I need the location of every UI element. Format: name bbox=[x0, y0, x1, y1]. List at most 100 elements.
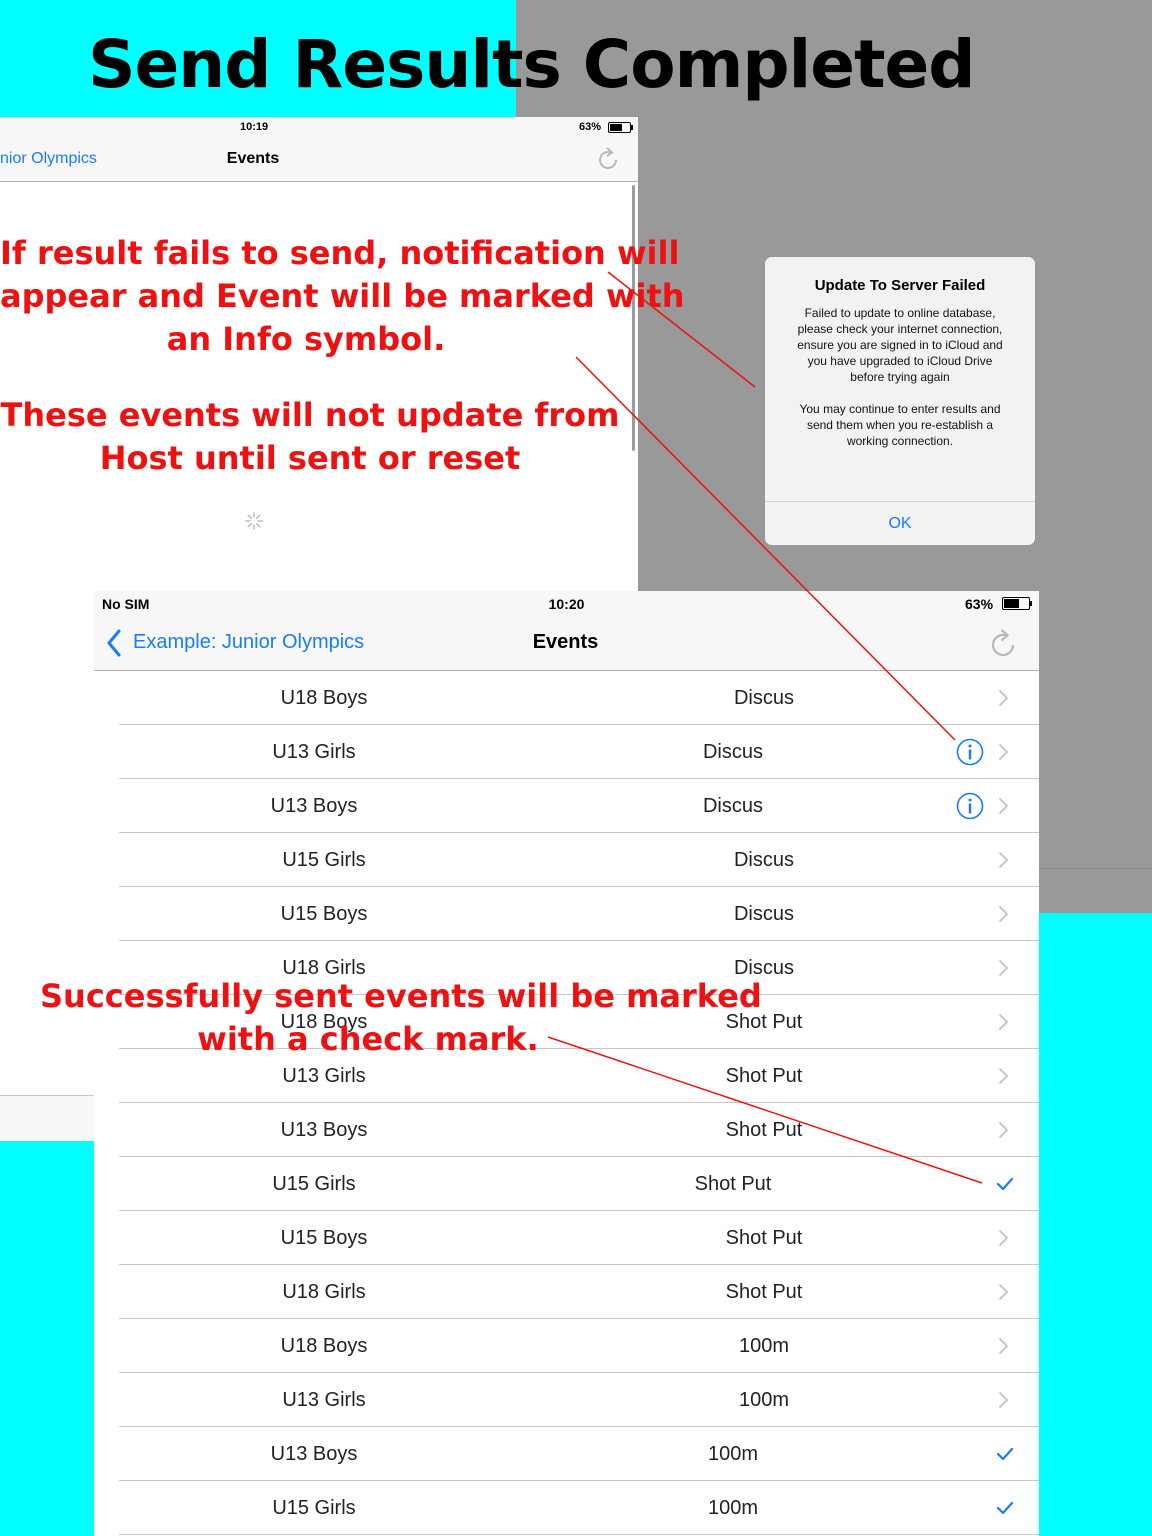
chevron-right-icon bbox=[999, 1284, 1008, 1300]
row-accessory bbox=[952, 792, 1018, 820]
alert-message-line: You may continue to enter results and bbox=[799, 402, 1001, 416]
row-accessory bbox=[952, 846, 1018, 874]
cyan-left-background bbox=[0, 1140, 94, 1536]
row-accessory bbox=[952, 1440, 1018, 1468]
chevron-right-icon bbox=[999, 690, 1008, 706]
chevron-right-icon bbox=[999, 852, 1008, 868]
scrollbar[interactable] bbox=[632, 185, 635, 451]
row-group-label: U13 Boys bbox=[270, 795, 358, 817]
divider-line bbox=[1039, 868, 1152, 869]
row-event-label: Shot Put bbox=[725, 1281, 803, 1303]
front-screenshot: No SIM 10:20 63% Example: Junior Olympic… bbox=[94, 591, 1039, 1536]
row-event-label: Shot Put bbox=[694, 1173, 772, 1195]
row-accessory bbox=[952, 1332, 1018, 1360]
chevron-right-icon bbox=[999, 1230, 1008, 1246]
chevron-right-icon bbox=[999, 744, 1008, 760]
battery-icon bbox=[1002, 597, 1032, 610]
row-group-label: U18 Girls bbox=[282, 1281, 366, 1303]
row-event-label: Discus bbox=[733, 687, 794, 709]
status-time: 10:20 bbox=[548, 596, 585, 612]
row-group-label: U13 Boys bbox=[280, 1119, 368, 1141]
annotation-line: Successfully sent events will be marked bbox=[40, 977, 762, 1015]
row-accessory bbox=[952, 1494, 1018, 1522]
annotation-line: These events will not update from bbox=[0, 396, 620, 434]
annotation-line: Host until sent or reset bbox=[99, 439, 521, 477]
row-group-label: U18 Boys bbox=[280, 1335, 368, 1357]
row-accessory bbox=[952, 1116, 1018, 1144]
cyan-right-background bbox=[1039, 913, 1152, 1536]
row-event-label: 100m bbox=[738, 1389, 790, 1411]
table-row[interactable]: U18 Girls Shot Put bbox=[94, 1265, 1039, 1319]
row-accessory bbox=[952, 954, 1018, 982]
row-group-label: U15 Girls bbox=[282, 849, 366, 871]
annotation-line: appear and Event will be marked with bbox=[0, 277, 685, 315]
table-row[interactable]: U13 Boys 100m bbox=[94, 1427, 1039, 1481]
chevron-right-icon bbox=[999, 1122, 1008, 1138]
table-row[interactable]: U18 Boys 100m bbox=[94, 1319, 1039, 1373]
table-row[interactable]: U18 Boys Discus bbox=[94, 671, 1039, 725]
row-accessory bbox=[952, 900, 1018, 928]
nav-title: Events bbox=[226, 150, 280, 167]
table-row[interactable]: U13 Girls 100m bbox=[94, 1373, 1039, 1427]
row-accessory bbox=[952, 1278, 1018, 1306]
row-accessory bbox=[952, 1224, 1018, 1252]
info-icon[interactable] bbox=[956, 792, 984, 820]
row-group-label: U15 Boys bbox=[280, 1227, 368, 1249]
annotation-line: If result fails to send, notification wi… bbox=[0, 234, 680, 272]
checkmark-icon bbox=[996, 1447, 1014, 1461]
row-group-label: U13 Boys bbox=[270, 1443, 358, 1465]
row-event-label: Shot Put bbox=[725, 1227, 803, 1249]
chevron-right-icon bbox=[999, 1338, 1008, 1354]
refresh-icon[interactable] bbox=[989, 627, 1019, 659]
row-event-label: Discus bbox=[702, 795, 763, 817]
alert-message-line: you have upgraded to iCloud Drive bbox=[807, 354, 993, 368]
nav-bar: No SIM 10:20 63% Example: Junior Olympic… bbox=[94, 591, 1039, 671]
checkmark-icon bbox=[996, 1501, 1014, 1515]
status-time: 10:19 bbox=[240, 121, 269, 133]
alert-message-line: Failed to update to online database, bbox=[804, 306, 996, 320]
chevron-right-icon bbox=[999, 960, 1008, 976]
alert-message-secondary: You may continue to enter results and se… bbox=[781, 401, 1019, 449]
table-row[interactable]: U15 Girls 100m bbox=[94, 1481, 1039, 1535]
row-accessory bbox=[952, 1170, 1018, 1198]
chevron-right-icon bbox=[999, 1392, 1008, 1408]
nav-title: Events bbox=[532, 631, 599, 653]
chevron-right-icon bbox=[999, 1014, 1008, 1030]
alert-message: Failed to update to online database, ple… bbox=[781, 305, 1019, 385]
row-event-label: 100m bbox=[707, 1497, 759, 1519]
row-separator bbox=[119, 1534, 1039, 1535]
row-group-label: U13 Girls bbox=[272, 741, 356, 763]
table-row[interactable]: U13 Boys Shot Put bbox=[94, 1103, 1039, 1157]
battery-icon bbox=[608, 122, 633, 133]
table-row[interactable]: U13 Boys Discus bbox=[94, 779, 1039, 833]
ok-button[interactable]: OK bbox=[765, 502, 1035, 545]
row-accessory bbox=[952, 684, 1018, 712]
row-group-label: U15 Girls bbox=[272, 1173, 356, 1195]
table-row[interactable]: U15 Girls Shot Put bbox=[94, 1157, 1039, 1211]
page-title: Send Results Completed bbox=[88, 26, 976, 103]
annotation-line: with a check mark. bbox=[197, 1020, 539, 1058]
status-bar: 10:19 63% bbox=[0, 117, 638, 139]
alert-message-line: send them when you re-establish a bbox=[806, 418, 994, 432]
annotation-line: an Info symbol. bbox=[166, 320, 446, 358]
row-accessory bbox=[952, 738, 1018, 766]
row-event-label: 100m bbox=[707, 1443, 759, 1465]
alert-dialog: Update To Server Failed Failed to update… bbox=[765, 257, 1035, 545]
alert-message-line: please check your internet connection, bbox=[797, 322, 1003, 336]
row-group-label: U18 Boys bbox=[280, 687, 368, 709]
info-icon[interactable] bbox=[956, 738, 984, 766]
row-event-label: Discus bbox=[733, 903, 794, 925]
table-row[interactable]: U15 Boys Shot Put bbox=[94, 1211, 1039, 1265]
battery-percent: 63% bbox=[579, 121, 602, 133]
annotation-fail-note: If result fails to send, notification wi… bbox=[0, 232, 685, 361]
table-row[interactable]: U13 Girls Discus bbox=[94, 725, 1039, 779]
table-row[interactable]: U15 Girls Discus bbox=[94, 833, 1039, 887]
row-event-label: Shot Put bbox=[725, 1119, 803, 1141]
alert-title: Update To Server Failed bbox=[814, 277, 986, 294]
table-row[interactable]: U15 Boys Discus bbox=[94, 887, 1039, 941]
chevron-right-icon bbox=[999, 1068, 1008, 1084]
refresh-icon[interactable] bbox=[597, 146, 621, 172]
row-accessory bbox=[952, 1062, 1018, 1090]
chevron-right-icon bbox=[999, 906, 1008, 922]
row-event-label: Discus bbox=[733, 849, 794, 871]
